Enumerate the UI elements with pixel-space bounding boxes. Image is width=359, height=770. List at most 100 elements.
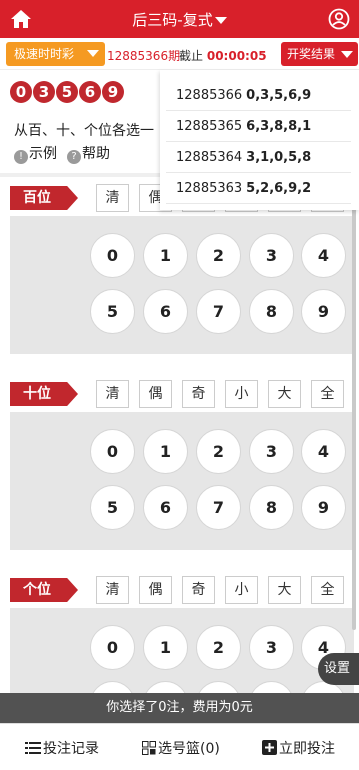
number-ball[interactable]: 3 bbox=[249, 233, 294, 278]
number-ball[interactable]: 7 bbox=[196, 289, 241, 334]
result-row[interactable]: 12885366 0,3,5,6,9 bbox=[166, 80, 351, 111]
deadline-countdown: 00:00:05 bbox=[206, 49, 267, 63]
bet-records-button[interactable]: 投注记录 bbox=[25, 738, 99, 758]
results-button[interactable]: 开奖结果 bbox=[281, 42, 358, 66]
draw-ball: 9 bbox=[102, 81, 124, 103]
plus-icon bbox=[262, 740, 277, 755]
deadline-label: 截止 bbox=[179, 49, 204, 63]
result-row[interactable]: 12885365 6,3,8,8,1 bbox=[166, 111, 351, 142]
number-ball[interactable]: 6 bbox=[143, 289, 188, 334]
result-numbers: 0,3,5,6,9 bbox=[246, 88, 312, 103]
result-period: 12885364 bbox=[176, 150, 243, 165]
instruction-links: ! 示例? 帮助 bbox=[14, 143, 110, 164]
all-button[interactable]: 全 bbox=[311, 380, 344, 408]
big-button[interactable]: 大 bbox=[268, 576, 301, 604]
number-ball[interactable]: 9 bbox=[301, 289, 346, 334]
number-ball[interactable]: 2 bbox=[196, 625, 241, 670]
scrollbar[interactable] bbox=[352, 178, 356, 630]
help-label: 帮助 bbox=[82, 146, 110, 162]
grid-icon bbox=[142, 741, 156, 755]
chevron-down-icon bbox=[214, 17, 227, 24]
even-button[interactable]: 偶 bbox=[139, 576, 172, 604]
bet-now-label: 立即投注 bbox=[279, 741, 335, 757]
result-numbers: 6,3,8,8,1 bbox=[246, 119, 312, 134]
basket-button[interactable]: 选号篮(0) bbox=[142, 738, 220, 758]
number-ball[interactable]: 9 bbox=[301, 485, 346, 530]
footer-bar: 投注记录 选号篮(0) 立即投注 bbox=[0, 723, 359, 770]
number-ball[interactable]: 8 bbox=[249, 681, 294, 693]
all-button[interactable]: 全 bbox=[311, 576, 344, 604]
lottery-bar: 极速时时彩 12885366期 截止 00:00:05 开奖结果 bbox=[0, 38, 359, 70]
result-numbers: 3,1,0,5,8 bbox=[246, 150, 312, 165]
draw-ball: 0 bbox=[10, 81, 32, 103]
number-ball[interactable]: 8 bbox=[249, 289, 294, 334]
number-ball[interactable]: 2 bbox=[196, 233, 241, 278]
help-link[interactable]: ? 帮助 bbox=[67, 146, 110, 164]
result-row[interactable]: 12885364 3,1,0,5,8 bbox=[166, 142, 351, 173]
result-numbers: 5,2,6,9,2 bbox=[246, 181, 312, 196]
odd-button[interactable]: 奇 bbox=[182, 380, 215, 408]
lottery-select-button[interactable]: 极速时时彩 bbox=[6, 42, 105, 66]
number-ball[interactable]: 5 bbox=[90, 289, 135, 334]
section-label: 个位 bbox=[10, 578, 78, 602]
result-row[interactable]: 12885363 5,2,6,9,2 bbox=[166, 173, 351, 204]
small-button[interactable]: 小 bbox=[225, 576, 258, 604]
user-icon[interactable] bbox=[328, 8, 350, 30]
bet-records-label: 投注记录 bbox=[43, 741, 99, 757]
settings-button[interactable]: 设置 bbox=[318, 653, 359, 685]
page-title[interactable]: 后三码-复式 bbox=[0, 9, 359, 30]
number-ball[interactable]: 7 bbox=[196, 681, 241, 693]
number-ball[interactable]: 4 bbox=[301, 429, 346, 474]
result-period: 12885365 bbox=[176, 119, 243, 134]
clear-button[interactable]: 清 bbox=[96, 184, 129, 212]
chevron-down-icon bbox=[87, 50, 99, 57]
section-tens: 十位 清 偶 奇 小 大 全 0 1 2 3 4 5 6 7 8 9 bbox=[10, 378, 354, 550]
number-ball[interactable]: 0 bbox=[90, 233, 135, 278]
app-header: 后三码-复式 bbox=[0, 0, 359, 38]
clear-button[interactable]: 清 bbox=[96, 576, 129, 604]
number-ball[interactable]: 6 bbox=[143, 485, 188, 530]
current-period: 12885366期 bbox=[107, 49, 181, 63]
chevron-down-icon bbox=[341, 51, 353, 58]
result-period: 12885363 bbox=[176, 181, 243, 196]
play-instruction: 从百、十、个位各选一 bbox=[14, 123, 154, 139]
number-ball[interactable]: 3 bbox=[249, 625, 294, 670]
number-ball[interactable]: 4 bbox=[301, 233, 346, 278]
clear-button[interactable]: 清 bbox=[96, 380, 129, 408]
number-ball[interactable]: 1 bbox=[143, 429, 188, 474]
deadline: 截止 00:00:05 bbox=[179, 47, 267, 64]
info-icon: ! bbox=[14, 150, 28, 164]
bet-now-button[interactable]: 立即投注 bbox=[262, 738, 335, 758]
draw-ball: 3 bbox=[33, 81, 55, 103]
number-ball[interactable]: 0 bbox=[90, 625, 135, 670]
example-link[interactable]: ! 示例 bbox=[14, 146, 57, 164]
big-button[interactable]: 大 bbox=[268, 380, 301, 408]
number-ball[interactable]: 2 bbox=[196, 429, 241, 474]
section-header: 个位 清 偶 奇 小 大 全 bbox=[10, 574, 354, 608]
selection-summary: 你选择了0注，费用为0元 bbox=[0, 693, 359, 723]
even-button[interactable]: 偶 bbox=[139, 380, 172, 408]
results-dropdown: 12885366 0,3,5,6,9 12885365 6,3,8,8,1 1288… bbox=[160, 70, 359, 210]
number-ball[interactable]: 5 bbox=[90, 681, 135, 693]
number-ball[interactable]: 7 bbox=[196, 485, 241, 530]
number-ball[interactable]: 8 bbox=[249, 485, 294, 530]
small-button[interactable]: 小 bbox=[225, 380, 258, 408]
odd-button[interactable]: 奇 bbox=[182, 576, 215, 604]
section-units: 个位 清 偶 奇 小 大 全 0 1 2 3 4 5 6 7 8 9 bbox=[10, 574, 354, 693]
section-label: 百位 bbox=[10, 186, 78, 210]
results-button-label: 开奖结果 bbox=[287, 47, 336, 61]
number-ball[interactable]: 6 bbox=[143, 681, 188, 693]
number-ball[interactable]: 5 bbox=[90, 485, 135, 530]
number-ball[interactable]: 3 bbox=[249, 429, 294, 474]
lottery-select-label: 极速时时彩 bbox=[14, 47, 75, 61]
draw-ball: 5 bbox=[56, 81, 78, 103]
help-icon: ? bbox=[67, 150, 81, 164]
number-ball[interactable]: 1 bbox=[143, 625, 188, 670]
section-header: 十位 清 偶 奇 小 大 全 bbox=[10, 378, 354, 412]
page-title-text: 后三码-复式 bbox=[132, 11, 213, 29]
number-ball[interactable]: 1 bbox=[143, 233, 188, 278]
result-period: 12885366 bbox=[176, 88, 243, 103]
basket-label: 选号篮(0) bbox=[158, 741, 220, 757]
last-draw-balls: 03569 bbox=[10, 81, 125, 103]
number-ball[interactable]: 0 bbox=[90, 429, 135, 474]
